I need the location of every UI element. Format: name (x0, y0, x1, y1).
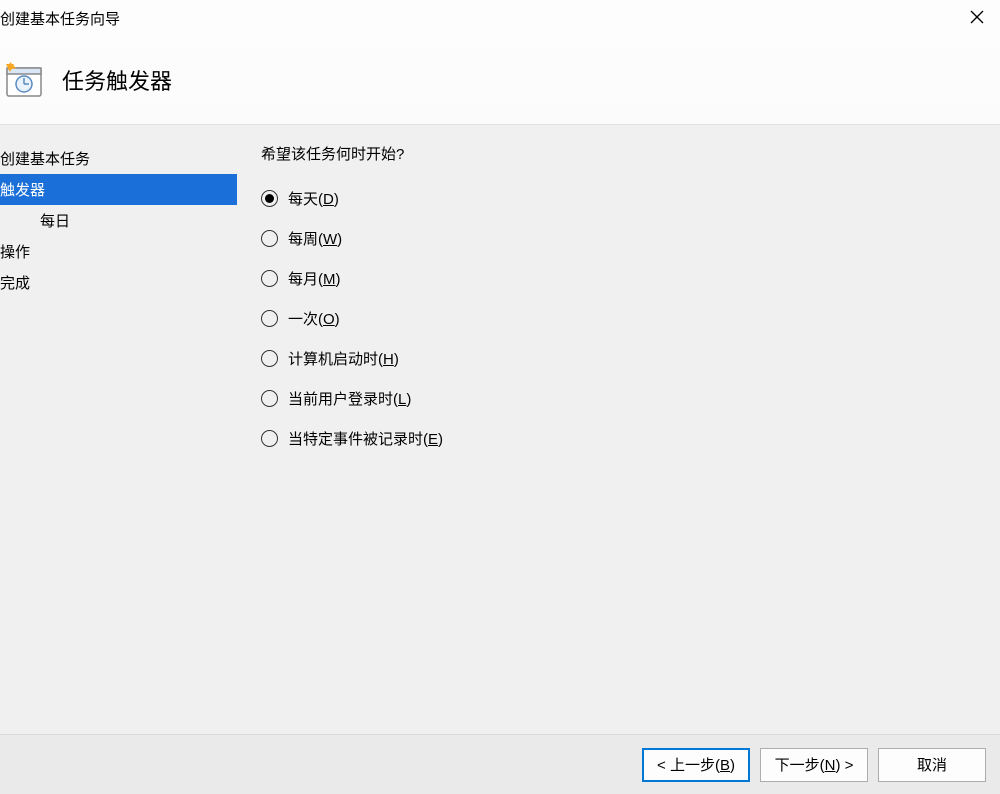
trigger-radio-group: 每天(D) 每周(W) 每月(M) 一次(O) 计算机启动时(H) 当前用户登录时(L) 当… (261, 188, 990, 449)
wizard-content: 创建基本任务触发器每日操作完成 希望该任务何时开始? 每天(D) 每周(W) 每月(… (0, 124, 1000, 734)
sidebar-step[interactable]: 触发器 (0, 174, 237, 205)
next-button[interactable]: 下一步(N) > (760, 748, 868, 782)
wizard-footer: < 上一步(B) 下一步(N) > 取消 (0, 734, 1000, 794)
radio-label: 计算机启动时(H) (288, 348, 399, 369)
wizard-header: 任务触发器 (0, 36, 1000, 124)
radio-unchecked-icon (261, 230, 278, 247)
radio-unchecked-icon (261, 430, 278, 447)
sidebar-step[interactable]: 完成 (0, 267, 237, 298)
sidebar-step-label: 每日 (40, 210, 70, 231)
sidebar-step-label: 操作 (0, 241, 30, 262)
radio-label: 一次(O) (288, 308, 340, 329)
radio-unchecked-icon (261, 390, 278, 407)
close-button[interactable] (960, 3, 994, 33)
clock-icon (4, 60, 44, 100)
radio-unchecked-icon (261, 310, 278, 327)
wizard-window: 创建基本任务向导 任务触发器 创建基本任务触发器每日操作完成 希望该任务何时开始… (0, 0, 1000, 794)
trigger-question: 希望该任务何时开始? (261, 143, 990, 164)
radio-label: 每周(W) (288, 228, 342, 249)
wizard-steps-sidebar: 创建基本任务触发器每日操作完成 (0, 125, 237, 734)
radio-label: 当前用户登录时(L) (288, 388, 411, 409)
radio-checked-icon (261, 190, 278, 207)
radio-option[interactable]: 每月(M) (261, 268, 990, 289)
cancel-button[interactable]: 取消 (878, 748, 986, 782)
sidebar-step-label: 触发器 (0, 179, 45, 200)
radio-label: 当特定事件被记录时(E) (288, 428, 443, 449)
radio-option[interactable]: 每天(D) (261, 188, 990, 209)
button-label: 取消 (917, 754, 947, 775)
radio-option[interactable]: 一次(O) (261, 308, 990, 329)
titlebar: 创建基本任务向导 (0, 0, 1000, 36)
radio-label: 每月(M) (288, 268, 341, 289)
radio-option[interactable]: 当前用户登录时(L) (261, 388, 990, 409)
radio-option[interactable]: 计算机启动时(H) (261, 348, 990, 369)
back-button[interactable]: < 上一步(B) (642, 748, 750, 782)
radio-option[interactable]: 当特定事件被记录时(E) (261, 428, 990, 449)
radio-unchecked-icon (261, 270, 278, 287)
radio-option[interactable]: 每周(W) (261, 228, 990, 249)
radio-unchecked-icon (261, 350, 278, 367)
sidebar-step[interactable]: 创建基本任务 (0, 143, 237, 174)
sidebar-step[interactable]: 每日 (0, 205, 237, 236)
radio-label: 每天(D) (288, 188, 339, 209)
button-label: 下一步(N) > (775, 754, 854, 775)
close-icon (970, 8, 984, 29)
sidebar-step-label: 创建基本任务 (0, 148, 90, 169)
window-title: 创建基本任务向导 (0, 8, 120, 29)
button-label: < 上一步(B) (657, 754, 735, 775)
sidebar-step[interactable]: 操作 (0, 236, 237, 267)
sidebar-step-label: 完成 (0, 272, 30, 293)
main-panel: 希望该任务何时开始? 每天(D) 每周(W) 每月(M) 一次(O) 计算机启动时(H)… (237, 125, 1000, 734)
page-title: 任务触发器 (62, 64, 172, 96)
